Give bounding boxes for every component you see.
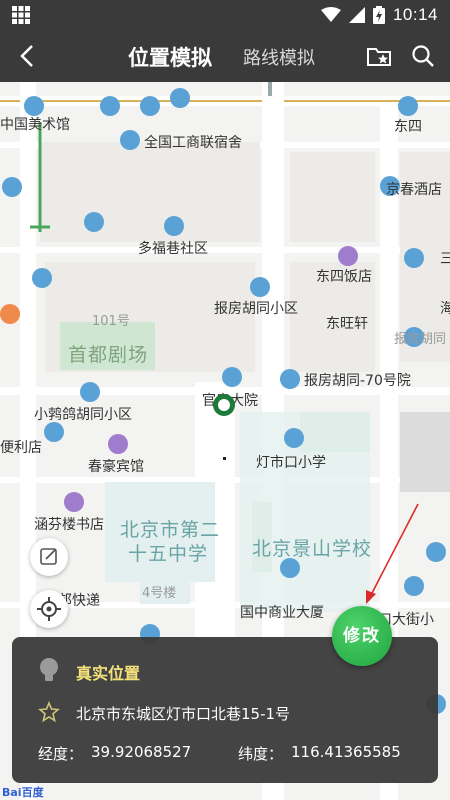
map-label: 北京市第二 [120, 519, 221, 541]
map-label: 小鹁鸽胡同小区 [34, 407, 132, 423]
poi-icon[interactable] [44, 422, 64, 442]
bus-stop-icon[interactable] [140, 96, 160, 116]
status-bar: 10:14 [0, 0, 450, 30]
baidu-map-logo: Bai百度 [2, 786, 44, 799]
map-label: 101号 [92, 314, 130, 329]
latitude-value: 116.41365585 [291, 743, 401, 761]
bus-stop-icon[interactable] [100, 96, 120, 116]
panel-title: 真实位置 [76, 664, 141, 683]
latitude-label: 纬度： [238, 745, 284, 763]
school-icon[interactable] [284, 428, 304, 448]
battery-icon [372, 6, 385, 24]
edit-map-button[interactable] [30, 538, 68, 576]
shop-icon[interactable] [64, 492, 84, 512]
signal-icon [348, 7, 365, 23]
map-label: 灯市口小学 [256, 455, 326, 471]
poi-icon[interactable] [120, 130, 140, 150]
lightbulb-icon [40, 658, 58, 681]
favorites-folder-icon[interactable] [366, 43, 392, 69]
poi-icon[interactable] [426, 542, 446, 562]
metro-icon[interactable] [398, 96, 418, 116]
toilet-icon[interactable] [32, 268, 52, 288]
modify-location-button[interactable]: 修改 [332, 606, 392, 666]
poi-icon[interactable] [404, 576, 424, 596]
map-label: 中国美术馆 [0, 117, 70, 133]
map-label: 涵芬楼书店 [34, 517, 104, 533]
bus-stop-icon[interactable] [170, 88, 190, 108]
map-label: 海 [440, 301, 450, 317]
poi-icon[interactable] [80, 382, 100, 402]
map-label: 十五中学 [128, 543, 209, 565]
longitude-label: 经度： [38, 745, 84, 763]
map-label: 4号楼 [142, 586, 177, 601]
search-icon[interactable] [410, 43, 436, 69]
locate-button[interactable] [30, 590, 68, 628]
star-outline-icon[interactable] [38, 701, 60, 723]
hotel-icon[interactable] [338, 246, 358, 266]
address-text: 北京市东城区灯市口北巷15-1号 [76, 705, 291, 723]
map-label: 首都剧场 [68, 344, 149, 366]
map-label: 多福巷社区 [138, 241, 208, 257]
tab-route-sim[interactable]: 路线模拟 [243, 44, 315, 70]
map-label: 北京景山学校 [252, 538, 373, 560]
toilet-icon[interactable] [84, 212, 104, 232]
crosshair-icon [37, 597, 61, 621]
poi-icon[interactable] [222, 367, 242, 387]
poi-icon[interactable] [164, 216, 184, 236]
tab-location-sim[interactable]: 位置模拟 [128, 42, 212, 72]
map-label: 东四 [394, 119, 422, 135]
hotel-icon[interactable] [108, 434, 128, 454]
map-label: 便利店 [0, 440, 42, 456]
top-bar: 位置模拟 路线模拟 [0, 30, 450, 82]
map-label: 春豪宾馆 [88, 459, 144, 475]
location-marker[interactable] [213, 394, 235, 416]
poi-icon[interactable] [280, 369, 300, 389]
map-label: 报房胡同小区 [214, 301, 298, 317]
wifi-icon [320, 7, 341, 22]
map-label: 全国工商联宿舍 [144, 135, 242, 151]
edit-icon [40, 548, 57, 565]
map-label: 国中商业大厦 [240, 605, 324, 621]
metro-icon[interactable] [24, 96, 44, 116]
longitude-value: 39.92068527 [91, 743, 192, 761]
poi-icon[interactable] [404, 248, 424, 268]
poi-icon[interactable] [250, 277, 270, 297]
parking-icon[interactable] [2, 177, 22, 197]
map-label: 京春酒店 [386, 182, 442, 198]
poi-icon[interactable] [280, 558, 300, 578]
map-label: 三 [440, 251, 450, 267]
map-label: 报房胡同 [394, 332, 447, 347]
map-label: 东旺轩 [326, 316, 368, 332]
back-arrow-icon[interactable] [14, 42, 42, 70]
map-label: 东四饭店 [316, 269, 372, 285]
status-time: 10:14 [392, 5, 438, 24]
map-label: 报房胡同-70号院 [304, 373, 411, 389]
app-grid-icon [12, 6, 30, 24]
poi-icon[interactable] [0, 304, 20, 324]
